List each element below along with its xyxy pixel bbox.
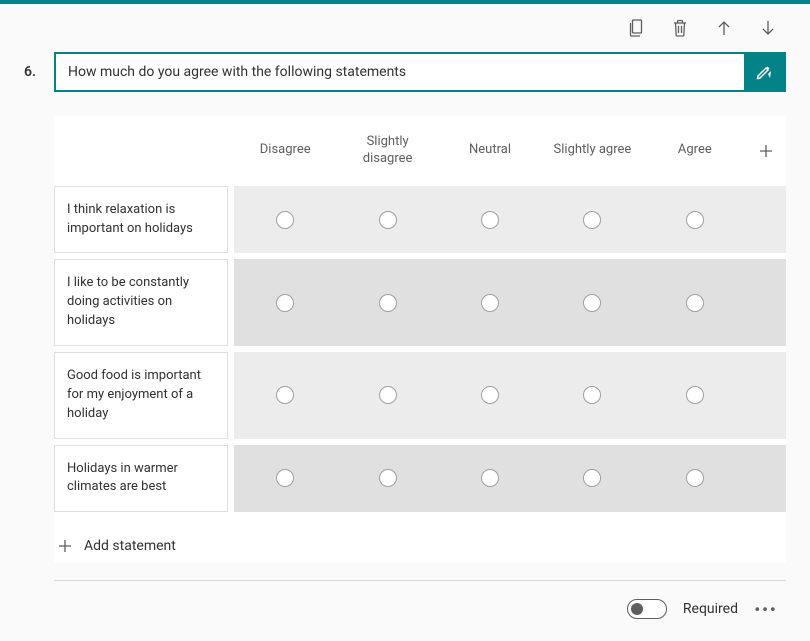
likert-radio[interactable] xyxy=(686,469,704,487)
likert-radio[interactable] xyxy=(379,294,397,312)
statement-input[interactable]: I like to be constantly doing activities… xyxy=(54,259,228,346)
likert-row: I like to be constantly doing activities… xyxy=(54,259,786,346)
likert-radio[interactable] xyxy=(481,294,499,312)
likert-rows: I think relaxation is important on holid… xyxy=(54,186,786,522)
likert-radio[interactable] xyxy=(276,469,294,487)
statement-input[interactable]: Holidays in warmer climates are best xyxy=(54,445,228,513)
likert-radio[interactable] xyxy=(686,211,704,229)
likert-radio[interactable] xyxy=(583,469,601,487)
arrow-down-icon xyxy=(761,20,775,36)
add-statement-button[interactable]: Add statement xyxy=(54,522,786,562)
likert-radio[interactable] xyxy=(276,211,294,229)
plus-icon xyxy=(759,144,773,158)
question-footer: Required ••• xyxy=(24,581,786,621)
column-header[interactable]: Disagree xyxy=(234,142,336,159)
likert-radio[interactable] xyxy=(583,386,601,404)
column-header[interactable]: Neutral xyxy=(439,142,541,159)
question-title-row: 6. xyxy=(24,52,786,92)
pencil-icon xyxy=(755,63,773,81)
question-toolbar xyxy=(24,4,786,46)
question-editor-card: 6. Disagree Slightly disagree Neutral Sl… xyxy=(0,0,810,641)
question-input-container xyxy=(54,52,786,92)
question-title-input[interactable] xyxy=(56,54,744,90)
more-options-button[interactable]: ••• xyxy=(754,597,778,621)
more-icon: ••• xyxy=(754,600,777,619)
likert-column-headers: Disagree Slightly disagree Neutral Sligh… xyxy=(54,116,786,186)
likert-radio[interactable] xyxy=(481,469,499,487)
likert-row: I think relaxation is important on holid… xyxy=(54,186,786,254)
likert-radio[interactable] xyxy=(686,386,704,404)
copy-icon xyxy=(628,19,644,37)
column-header[interactable]: Slightly disagree xyxy=(336,134,438,168)
likert-grid: Disagree Slightly disagree Neutral Sligh… xyxy=(54,116,786,562)
likert-radio[interactable] xyxy=(276,386,294,404)
statement-input[interactable]: Good food is important for my enjoyment … xyxy=(54,352,228,439)
add-statement-label: Add statement xyxy=(84,538,176,554)
copy-button[interactable] xyxy=(626,18,646,38)
delete-button[interactable] xyxy=(670,18,690,38)
trash-icon xyxy=(672,19,688,37)
likert-radio[interactable] xyxy=(379,469,397,487)
add-column-button[interactable] xyxy=(746,144,786,158)
likert-radio[interactable] xyxy=(686,294,704,312)
move-up-button[interactable] xyxy=(714,18,734,38)
edit-question-button[interactable] xyxy=(744,54,784,90)
likert-row: Good food is important for my enjoyment … xyxy=(54,352,786,439)
plus-icon xyxy=(58,539,72,553)
column-header[interactable]: Agree xyxy=(644,142,746,159)
likert-radio[interactable] xyxy=(481,386,499,404)
likert-row: Holidays in warmer climates are best xyxy=(54,445,786,513)
likert-radio[interactable] xyxy=(379,211,397,229)
likert-radio[interactable] xyxy=(276,294,294,312)
column-header[interactable]: Slightly agree xyxy=(541,142,643,159)
likert-radio[interactable] xyxy=(583,294,601,312)
question-number: 6. xyxy=(24,52,42,80)
likert-radio[interactable] xyxy=(379,386,397,404)
required-toggle[interactable] xyxy=(627,599,667,619)
required-label: Required xyxy=(683,601,738,617)
move-down-button[interactable] xyxy=(758,18,778,38)
statement-input[interactable]: I think relaxation is important on holid… xyxy=(54,186,228,254)
likert-radio[interactable] xyxy=(583,211,601,229)
toggle-knob xyxy=(631,603,643,615)
arrow-up-icon xyxy=(717,20,731,36)
likert-radio[interactable] xyxy=(481,211,499,229)
